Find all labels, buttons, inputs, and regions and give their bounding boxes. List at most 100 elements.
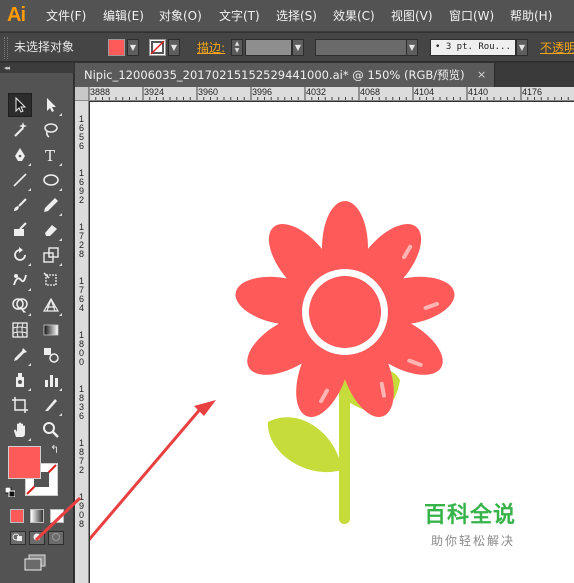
type-tool[interactable]: T [39, 143, 63, 167]
menu-window[interactable]: 窗口(W) [449, 8, 494, 24]
menu-object[interactable]: 对象(O) [159, 8, 202, 24]
line-segment-tool[interactable] [8, 168, 32, 192]
free-transform-tool[interactable] [39, 268, 63, 292]
shape-builder-tool[interactable] [8, 293, 32, 317]
ellipse-icon [43, 174, 59, 186]
rotate-icon [14, 247, 26, 261]
vruler-label: 1656 [78, 114, 84, 151]
draw-inside-button[interactable] [48, 531, 64, 545]
menu-effect[interactable]: 效果(C) [333, 8, 375, 24]
hruler-label: 4140 [468, 87, 489, 97]
pencil-tool[interactable] [39, 193, 63, 217]
draw-behind-button[interactable] [29, 531, 45, 545]
hand-icon [14, 422, 25, 437]
blob-brush-tool[interactable] [8, 218, 32, 242]
stroke-dropdown-arrow[interactable]: ▼ [168, 39, 180, 56]
direct-selection-tool[interactable] [39, 93, 63, 117]
hruler-label: 3996 [252, 87, 273, 97]
selection-tool[interactable] [8, 93, 32, 117]
fill-color-box[interactable] [8, 446, 41, 479]
hruler-label: 3960 [198, 87, 219, 97]
app-logo: Ai [7, 4, 26, 26]
gradient-mode-button[interactable] [30, 509, 44, 523]
ellipse-tool[interactable] [39, 168, 63, 192]
vruler-label: 1800 [78, 330, 84, 367]
ruler-origin[interactable] [75, 87, 89, 101]
illustrator-window: Ai 文件(F) 编辑(E) 对象(O) 文字(T) 选择(S) 效果(C) 视… [0, 0, 574, 583]
variable-width-profile[interactable] [315, 39, 407, 56]
vruler-label: 1692 [78, 168, 84, 205]
warp-tool[interactable] [8, 268, 32, 292]
eyedropper-tool[interactable] [8, 343, 32, 367]
perspective-grid-tool[interactable] [39, 293, 63, 317]
artboard-tool[interactable] [8, 393, 32, 417]
scale-tool[interactable] [39, 243, 63, 267]
gradient-icon [43, 324, 59, 336]
paintbrush-icon [14, 198, 27, 211]
control-bar-grip[interactable] [4, 37, 8, 59]
stroke-swatch-button[interactable] [149, 39, 166, 56]
none-mode-button[interactable] [50, 509, 64, 526]
close-icon[interactable]: × [477, 68, 486, 82]
hand-tool[interactable] [8, 418, 32, 442]
hruler-label: 4104 [414, 87, 435, 97]
annotation-arrow-line [90, 406, 204, 541]
blend-tool[interactable] [39, 343, 63, 367]
column-graph-tool[interactable] [39, 368, 63, 392]
fill-swatch-button[interactable] [108, 39, 125, 56]
menu-view[interactable]: 视图(V) [391, 8, 433, 24]
opacity-label[interactable]: 不透明 [540, 41, 574, 56]
stroke-label[interactable]: 描边: [197, 41, 225, 56]
menu-select[interactable]: 选择(S) [276, 8, 317, 24]
brush-definition-dropdown[interactable]: ▼ [516, 39, 528, 56]
tools-panel-header[interactable]: ◂◂ [0, 63, 74, 73]
vruler-label: 1728 [78, 222, 84, 259]
menu-bar: Ai 文件(F) 编辑(E) 对象(O) 文字(T) 选择(S) 效果(C) 视… [0, 0, 574, 32]
vruler-label: 1908 [78, 492, 84, 529]
control-bar: 未选择对象 ▼ ▼ 描边: ▲ ▼ ▼ ▼ • 3 pt. Rou... ▼ 不透… [0, 33, 574, 62]
zoom-tool[interactable] [39, 418, 63, 442]
symbol-sprayer-tool[interactable] [8, 368, 32, 392]
eraser-tool[interactable] [39, 218, 63, 242]
document-title: Nipic_12006035_20170215152529441000.ai* … [84, 68, 465, 82]
menu-type[interactable]: 文字(T) [219, 8, 260, 24]
stroke-weight-dropdown[interactable]: ▼ [292, 39, 304, 56]
hruler-label: 4032 [306, 87, 327, 97]
color-mode-button[interactable] [10, 509, 24, 523]
blend-icon [44, 348, 59, 363]
vertical-ruler[interactable]: 1656 1692 1728 1764 1800 1836 1872 1908 [75, 101, 89, 583]
brush-definition-field[interactable]: • 3 pt. Rou... [430, 39, 516, 56]
arrow-cursor-icon [15, 96, 27, 113]
menu-file[interactable]: 文件(F) [46, 8, 86, 24]
blob-brush-icon [14, 222, 27, 236]
screen-mode-icon[interactable] [23, 554, 47, 572]
mesh-tool[interactable] [8, 318, 32, 342]
paintbrush-tool[interactable] [8, 193, 32, 217]
tools-panel: ◂◂ T ↰ [0, 63, 74, 583]
default-fill-stroke-icon[interactable] [5, 487, 15, 497]
perspective-grid-icon [42, 297, 60, 312]
menu-edit[interactable]: 编辑(E) [103, 8, 144, 24]
horizontal-ruler[interactable]: 3888 3924 3960 3996 4032 4068 4104 4140 … [89, 87, 574, 101]
document-tab-bar: Nipic_12006035_20170215152529441000.ai* … [75, 63, 574, 87]
slice-tool[interactable] [39, 393, 63, 417]
stroke-weight-field[interactable] [245, 39, 292, 56]
variable-width-dropdown[interactable]: ▼ [406, 39, 418, 56]
draw-normal-button[interactable] [10, 531, 26, 545]
document-tab[interactable]: Nipic_12006035_20170215152529441000.ai* … [75, 63, 495, 87]
warp-icon [13, 274, 27, 286]
pen-tool[interactable] [8, 143, 32, 167]
draw-inside-icon [52, 533, 60, 541]
large-leaf [267, 417, 342, 473]
collapse-icon[interactable]: ◂◂ [4, 63, 10, 73]
lasso-tool[interactable] [39, 118, 63, 142]
hruler-label: 4068 [360, 87, 381, 97]
magic-wand-tool[interactable] [8, 118, 32, 142]
swap-fill-stroke-icon[interactable]: ↰ [50, 444, 59, 456]
magic-wand-icon [14, 122, 27, 137]
stroke-weight-spinner[interactable]: ▲ ▼ [231, 39, 243, 56]
menu-help[interactable]: 帮助(H) [510, 8, 552, 24]
gradient-tool[interactable] [39, 318, 63, 342]
rotate-tool[interactable] [8, 243, 32, 267]
fill-dropdown-arrow[interactable]: ▼ [127, 39, 139, 56]
